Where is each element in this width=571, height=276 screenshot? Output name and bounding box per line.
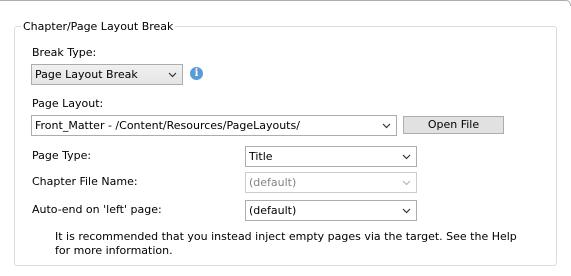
chevron-down-icon: [168, 72, 177, 78]
page-layout-label: Page Layout:: [32, 97, 104, 110]
auto-end-label: Auto-end on 'left' page:: [32, 203, 162, 216]
page-type-dropdown[interactable]: Title: [245, 146, 417, 167]
recommendation-note: It is recommended that you instead injec…: [55, 230, 517, 257]
page-layout-dropdown[interactable]: Front_Matter - /Content/Resources/PageLa…: [31, 115, 397, 136]
page-type-value: Title: [249, 150, 273, 163]
group-title: Chapter/Page Layout Break: [21, 20, 176, 33]
auto-end-value: (default): [249, 204, 297, 217]
chapter-file-name-combo: (default): [245, 172, 417, 193]
break-type-label: Break Type:: [32, 46, 97, 59]
auto-end-dropdown[interactable]: (default): [245, 200, 417, 221]
chapter-file-name-value: (default): [249, 176, 297, 189]
window-top-border: [0, 0, 571, 6]
chevron-down-icon: [402, 180, 411, 186]
chevron-down-icon: [382, 123, 391, 129]
break-type-dropdown[interactable]: Page Layout Break: [31, 64, 183, 85]
info-icon[interactable]: i: [190, 67, 203, 80]
chevron-down-icon: [402, 208, 411, 214]
page-layout-value: Front_Matter - /Content/Resources/PageLa…: [35, 119, 300, 132]
page-type-label: Page Type:: [32, 149, 92, 162]
chapter-file-name-label: Chapter File Name:: [32, 175, 138, 188]
open-file-button[interactable]: Open File: [403, 116, 504, 134]
break-type-value: Page Layout Break: [35, 68, 138, 81]
chevron-down-icon: [402, 154, 411, 160]
